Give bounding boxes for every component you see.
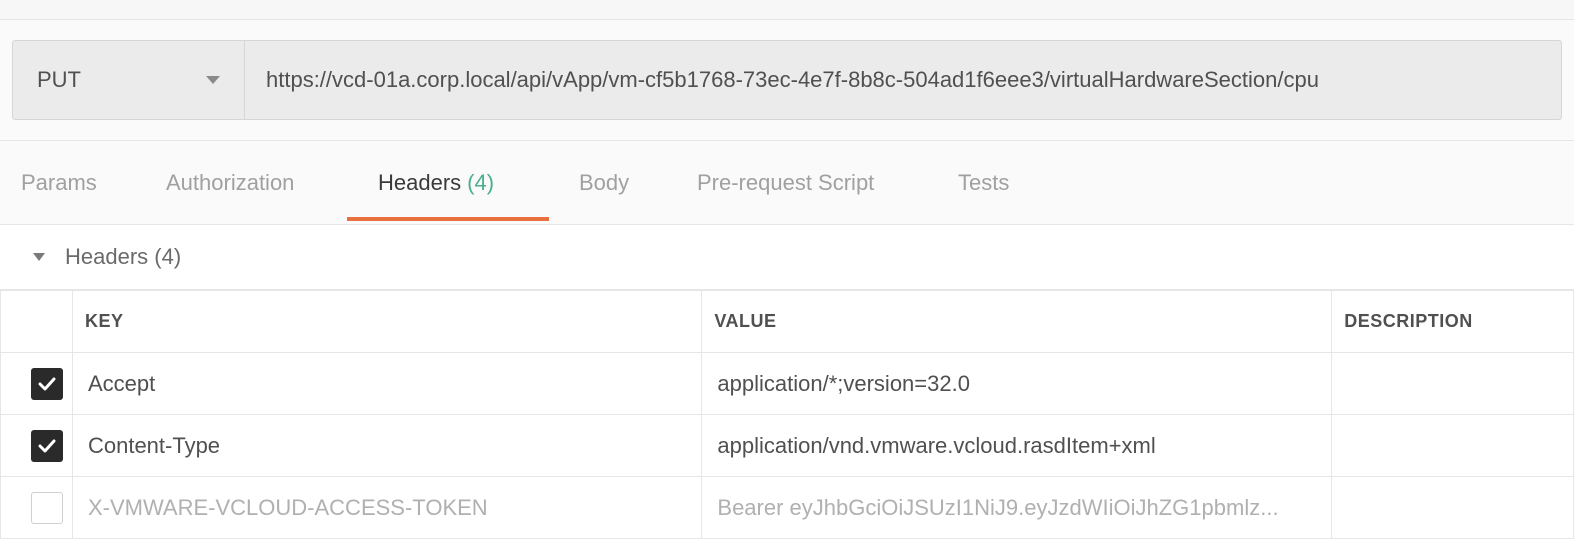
tab-authorization[interactable]: Authorization [166, 141, 294, 225]
key-cell[interactable]: Content-Type [71, 414, 703, 477]
table-row: X-VMWARE-VCLOUD-ACCESS-TOKEN Bearer eyJh… [0, 476, 1574, 539]
section-title: Headers (4) [65, 244, 182, 269]
row-checkbox[interactable] [31, 491, 63, 524]
column-header-key: KEY [71, 290, 703, 353]
value-cell[interactable]: application/vnd.vmware.vcloud.rasdItem+x… [701, 414, 1333, 477]
request-bar: PUT https://vcd-01a.corp.local/api/vApp/… [12, 40, 1562, 120]
tab-label: Pre-request Script [697, 170, 875, 195]
description-cell[interactable] [1331, 352, 1574, 415]
column-header-value: VALUE [701, 290, 1333, 353]
tab-label: Params [21, 170, 97, 195]
check-icon [38, 377, 56, 390]
active-tab-indicator [347, 217, 549, 221]
column-header-check [0, 290, 73, 353]
tab-headers[interactable]: Headers (4) [378, 141, 494, 225]
headers-section-header[interactable]: Headers (4) [0, 225, 1574, 290]
row-checkbox[interactable] [31, 429, 63, 462]
tab-count-badge: (4) [467, 170, 495, 195]
key-text: Accept [87, 370, 156, 396]
tab-tests[interactable]: Tests [958, 141, 1009, 225]
top-bar [0, 0, 1574, 20]
check-cell [0, 476, 73, 539]
row-checkbox[interactable] [31, 367, 63, 400]
tab-label: Headers [378, 170, 462, 195]
table-row: Accept application/*;version=32.0 [0, 352, 1574, 415]
key-cell[interactable]: X-VMWARE-VCLOUD-ACCESS-TOKEN [71, 476, 703, 539]
chevron-down-icon [206, 76, 220, 84]
method-select[interactable]: PUT [13, 41, 245, 119]
key-text: Content-Type [87, 432, 221, 458]
check-icon [38, 439, 56, 452]
tab-params[interactable]: Params [21, 141, 97, 225]
value-text: Bearer eyJhbGciOiJSUzI1NiJ9.eyJzdWIiOiJh… [717, 494, 1279, 520]
value-cell[interactable]: Bearer eyJhbGciOiJSUzI1NiJ9.eyJzdWIiOiJh… [701, 476, 1333, 539]
method-label: PUT [37, 67, 81, 92]
check-cell [0, 414, 73, 477]
url-input[interactable]: https://vcd-01a.corp.local/api/vApp/vm-c… [245, 41, 1561, 119]
value-cell[interactable]: application/*;version=32.0 [701, 352, 1333, 415]
caret-down-icon[interactable] [33, 253, 45, 261]
description-cell[interactable] [1331, 476, 1574, 539]
key-text: X-VMWARE-VCLOUD-ACCESS-TOKEN [87, 494, 488, 520]
value-text: application/vnd.vmware.vcloud.rasdItem+x… [717, 432, 1156, 458]
tab-label: Authorization [166, 170, 295, 195]
tab-label: Tests [958, 170, 1010, 195]
check-cell [0, 352, 73, 415]
value-text: application/*;version=32.0 [717, 370, 970, 396]
table-header-row: KEY VALUE DESCRIPTION [0, 290, 1574, 353]
request-tabs: Params Authorization Headers (4) Body Pr… [0, 141, 1574, 225]
request-area: PUT https://vcd-01a.corp.local/api/vApp/… [0, 20, 1574, 141]
key-cell[interactable]: Accept [71, 352, 703, 415]
tab-body[interactable]: Body [579, 141, 629, 225]
column-header-description: DESCRIPTION [1331, 290, 1574, 353]
headers-table: KEY VALUE DESCRIPTION Accept application… [0, 290, 1574, 539]
tab-label: Body [579, 170, 630, 195]
description-cell[interactable] [1331, 414, 1574, 477]
tab-pre-request-script[interactable]: Pre-request Script [697, 141, 874, 225]
table-row: Content-Type application/vnd.vmware.vclo… [0, 414, 1574, 477]
